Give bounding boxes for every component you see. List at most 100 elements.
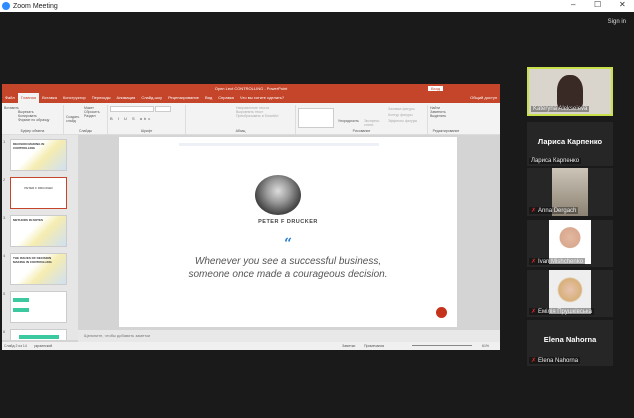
participant-name-text: Anna Dergach [538,207,577,214]
record-indicator-icon [436,307,447,318]
current-slide[interactable]: PETER F DRUCKER “ Whenever you see a suc… [119,137,457,327]
group-label: Слайды [78,129,93,133]
thumb-number: 4 [3,253,6,258]
shapes-gallery[interactable] [298,108,334,128]
shape-outline-button[interactable]: Контур фигуры [388,113,412,117]
tab-review[interactable]: Рецензирование [165,93,202,103]
slide-counter: Слайд 2 из 14 [4,344,27,348]
close-button[interactable]: ✕ [619,0,626,9]
tab-insert[interactable]: Вставка [39,93,60,103]
group-slides: Создать слайд Макет Сбросить Раздел Слай… [64,105,108,134]
participant-tile[interactable]: ✗ Емілія Прушківська [527,270,613,317]
group-drawing: Упорядочить Экспресс-стили Заливка фигур… [296,105,428,134]
participant-tile[interactable]: ✗ Ivan Mishchenko [527,220,613,267]
mic-muted-icon: ✗ [531,208,537,214]
ribbon: Вставить Вырезать Копировать Формат по о… [2,103,500,135]
group-label: Шрифт [140,129,153,133]
quote-icon: “ [283,236,293,252]
thumb-title: THE ISSUES OF DECISION MAKING IN CONTROL… [13,256,52,264]
participant-name: Kateryna Alekseieva [531,106,590,112]
notes-button[interactable]: Заметки [342,342,355,350]
tab-transitions[interactable]: Переходы [89,93,114,103]
window-title: Zoom Meeting [13,2,58,10]
ribbon-tabs: Файл Главная Вставка Конструктор Переход… [2,93,500,103]
participant-tile-active[interactable]: Kateryna Alekseieva [527,67,613,116]
mic-muted-icon: ✗ [531,309,537,315]
thumb-number: 6 [3,329,6,334]
tab-help[interactable]: Справка [215,93,237,103]
select-button[interactable]: Выделить [430,114,462,118]
font-format-buttons[interactable]: B I U S abc [110,116,183,121]
slide-thumbnail[interactable] [10,291,67,323]
participant-name: ✗ Ivan Mishchenko [529,258,586,265]
font-size-select[interactable] [154,106,171,112]
thumb-title: PETER F DRUCKER [24,186,53,190]
participant-display-name: Elena Nahorna [543,335,597,344]
zoom-slider[interactable] [412,345,472,346]
zoom-level[interactable]: 61% [482,342,489,350]
comments-button[interactable]: Примечания [364,342,384,350]
new-slide-button[interactable]: Создать слайд [66,115,80,123]
participant-tile[interactable]: Elena Nahorna ✗ Elena Nahorna [527,320,613,366]
tab-animations[interactable]: Анимация [114,93,139,103]
participant-video [557,75,583,109]
group-paragraph: Направление текста Выровнять текст Преоб… [186,105,296,134]
mic-muted-icon: ✗ [531,358,537,364]
participant-name: Лариса Карпенко [529,158,582,164]
participant-name-text: Лариса Карпенко [531,158,580,164]
slide-thumbnail[interactable]: DECISION MAKING IN CONTROLLING [10,139,67,171]
thumb-title: DECISION MAKING IN CONTROLLING [13,142,45,150]
slide-thumbnail[interactable] [10,329,67,340]
thumb-shape [13,308,29,312]
group-label: Рисование [352,129,371,133]
format-painter-button[interactable]: Формат по образцу [18,118,61,122]
quick-styles-button[interactable]: Экспресс-стили [364,119,380,127]
slide-decor-bar [179,143,379,146]
quote-author: PETER F DRUCKER [258,219,318,225]
sign-in-link[interactable]: Sign in [608,19,626,25]
font-name-select[interactable] [110,106,154,112]
smartart-button[interactable]: Преобразовать в SmartArt [236,114,293,118]
quote-text: Whenever you see a successful business, … [188,256,388,280]
share-button[interactable]: Общий доступ [467,93,500,103]
minimize-button[interactable]: – [571,0,575,9]
tab-home[interactable]: Главная [17,93,40,103]
login-button[interactable]: Вход [428,86,444,91]
zoom-title-bar: Zoom Meeting – ☐ ✕ [0,0,634,12]
tab-design[interactable]: Конструктор [60,93,89,103]
slide-thumbnail[interactable]: METHODS IN NOTES [10,215,67,247]
group-label: Буфер обмена [20,129,45,133]
author-photo [255,175,301,215]
slide-thumbnails-panel: 1 DECISION MAKING IN CONTROLLING 2 PETER… [2,135,78,340]
thumb-title: METHODS IN NOTES [13,218,44,222]
group-clipboard: Вставить Вырезать Копировать Формат по о… [2,105,64,134]
shape-effects-button[interactable]: Эффекты фигуры [388,119,417,123]
participant-name-text: Ivan Mishchenko [538,258,584,265]
group-label: Редактирование [432,129,460,133]
shape-fill-button[interactable]: Заливка фигуры [388,107,415,111]
shared-screen-powerpoint: Open Lect CONTROLLING - PowerPoint Вход … [2,84,500,350]
thumb-number: 3 [3,215,6,220]
thumb-shape [19,335,59,339]
tell-me-search[interactable]: Что вы хотите сделать? [237,93,287,103]
participant-tile[interactable]: Лариса Карпенко Лариса Карпенко [527,122,613,166]
tab-view[interactable]: Вид [202,93,215,103]
tab-file[interactable]: Файл [2,93,18,103]
group-editing: Найти Заменить Выделить Редактирование [428,105,464,134]
participant-name: ✗ Anna Dergach [529,207,579,214]
participant-name-text: Емілія Прушківська [538,308,592,315]
tab-slideshow[interactable]: Слайд-шоу [138,93,165,103]
status-bar: Слайд 2 из 14 украинский Заметки Примеча… [2,342,500,350]
arrange-button[interactable]: Упорядочить [338,119,359,123]
section-button[interactable]: Раздел [84,114,105,118]
notes-input[interactable]: Щелкните, чтобы добавить заметки [78,330,500,342]
group-label: Абзац [235,129,246,133]
participant-tile[interactable]: ✗ Anna Dergach [527,168,613,216]
slide-thumbnail-selected[interactable]: PETER F DRUCKER [10,177,67,209]
language-indicator[interactable]: украинский [34,342,52,350]
slide-thumbnail[interactable]: THE ISSUES OF DECISION MAKING IN CONTROL… [10,253,67,285]
group-font: B I U S abc Шрифт [108,105,186,134]
participant-display-name: Лариса Карпенко [537,137,603,146]
maximize-button[interactable]: ☐ [594,0,601,9]
thumb-number: 5 [3,291,6,296]
